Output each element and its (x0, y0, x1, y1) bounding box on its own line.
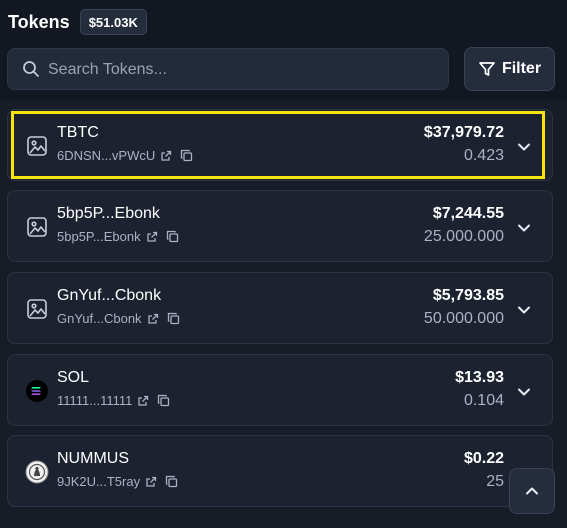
external-link-icon[interactable] (137, 395, 149, 407)
token-amount: 50.000.000 (423, 310, 504, 327)
token-name: TBTC (57, 124, 99, 141)
token-usd-value: $5,793.85 (432, 287, 504, 304)
copy-icon[interactable] (165, 475, 178, 488)
token-usd-value: $0.22 (463, 450, 504, 467)
total-value-badge: $51.03K (79, 9, 147, 35)
token-card[interactable]: NUMMUS 9JK2U...T5ray $0.22 25 (7, 435, 553, 507)
token-address: 11111...11111 (57, 393, 133, 408)
token-card[interactable]: GnYuf...Cbonk GnYuf...Cbonk $5,793.85 50… (7, 272, 553, 344)
token-name: NUMMUS (57, 450, 129, 467)
chevron-down-icon[interactable] (516, 220, 532, 236)
filter-icon (478, 60, 496, 78)
token-amount: 25 (486, 473, 504, 490)
token-list[interactable]: TBTC 6DNSN...vPWcU $37,979.72 0.423 5bp5… (0, 100, 567, 528)
chevron-up-icon (524, 483, 540, 499)
token-address: GnYuf...Cbonk (57, 311, 142, 326)
search-input[interactable] (46, 49, 440, 91)
image-placeholder-icon (25, 134, 49, 158)
image-placeholder-icon (25, 297, 49, 321)
tokens-header: Tokens $51.03K (8, 9, 147, 35)
token-name: 5bp5P...Ebonk (57, 205, 160, 222)
token-amount: 25.000.000 (423, 228, 504, 245)
token-address-row: 6DNSN...vPWcU (57, 148, 193, 163)
token-usd-value: $13.93 (455, 369, 504, 386)
filter-label: Filter (501, 60, 542, 77)
chevron-down-icon[interactable] (516, 384, 532, 400)
search-box[interactable] (7, 48, 449, 91)
token-address-row: 5bp5P...Ebonk (57, 229, 179, 244)
copy-icon[interactable] (180, 149, 193, 162)
nummus-logo-icon (25, 460, 49, 484)
token-card[interactable]: 5bp5P...Ebonk 5bp5P...Ebonk $7,244.55 25… (7, 190, 553, 262)
copy-icon[interactable] (167, 312, 180, 325)
copy-icon[interactable] (166, 230, 179, 243)
token-amount: 0.423 (463, 147, 504, 164)
solana-logo-icon (25, 379, 49, 403)
filter-button[interactable]: Filter (464, 47, 555, 91)
chevron-down-icon[interactable] (516, 302, 532, 318)
external-link-icon[interactable] (160, 150, 172, 162)
copy-icon[interactable] (157, 394, 170, 407)
image-placeholder-icon (25, 215, 49, 239)
token-card[interactable]: TBTC 6DNSN...vPWcU $37,979.72 0.423 (7, 109, 553, 181)
token-address-row: 11111...11111 (57, 393, 170, 408)
token-address: 9JK2U...T5ray (57, 474, 141, 489)
token-address-row: 9JK2U...T5ray (57, 474, 178, 489)
token-amount: 0.104 (463, 392, 504, 409)
token-address: 5bp5P...Ebonk (57, 229, 141, 244)
token-card[interactable]: SOL 11111...11111 $13.93 0.104 (7, 354, 553, 426)
token-usd-value: $37,979.72 (423, 124, 504, 141)
token-name: SOL (57, 369, 90, 386)
search-icon (22, 60, 40, 83)
token-address-row: GnYuf...Cbonk (57, 311, 180, 326)
token-usd-value: $7,244.55 (432, 205, 504, 222)
external-link-icon[interactable] (146, 231, 158, 243)
external-link-icon[interactable] (145, 476, 157, 488)
external-link-icon[interactable] (147, 313, 159, 325)
token-name: GnYuf...Cbonk (57, 287, 162, 304)
chevron-down-icon[interactable] (516, 139, 532, 155)
scroll-to-top-button[interactable] (509, 468, 555, 514)
token-address: 6DNSN...vPWcU (57, 148, 156, 163)
page-title: Tokens (8, 11, 70, 32)
